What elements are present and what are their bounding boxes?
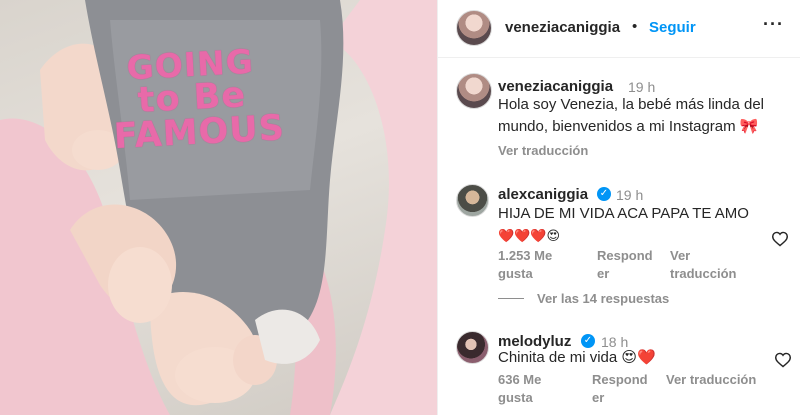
comment-reply-link[interactable]: Respond er	[592, 371, 648, 407]
comment-time: 19 h	[616, 187, 644, 203]
verified-badge-icon: ✓	[581, 334, 595, 348]
likes-line: 1.253 Me	[498, 248, 553, 263]
shirt-print-text: GOING to Be FAMOUS	[109, 42, 286, 158]
reply-line: Respond	[597, 248, 653, 263]
caption-time: 19 h	[628, 79, 656, 95]
follow-button[interactable]: Seguir	[649, 19, 696, 36]
comment-translate-link[interactable]: Ver traducción	[670, 247, 736, 283]
header-username[interactable]: veneziacaniggia	[505, 19, 620, 36]
comment-username[interactable]: alexcaniggia	[498, 186, 588, 203]
likes-line: gusta	[498, 390, 533, 405]
caption-translate-link[interactable]: Ver traducción	[498, 142, 588, 160]
reply-line: er	[592, 390, 605, 405]
heart-outline-icon[interactable]	[774, 352, 792, 368]
header-avatar[interactable]	[456, 10, 492, 46]
reply-line: er	[597, 266, 610, 281]
header-separator: •	[632, 18, 638, 35]
caption-username[interactable]: veneziacaniggia	[498, 78, 613, 95]
view-replies-link[interactable]: Ver las 14 respuestas	[537, 291, 669, 306]
comment-text-line: ❤️❤️❤️😍	[498, 228, 561, 243]
comment-reply-link[interactable]: Respond er	[597, 247, 653, 283]
reply-line: Respond	[592, 372, 648, 387]
verified-badge-icon: ✓	[597, 187, 611, 201]
translate-line: Ver	[670, 248, 691, 263]
translate-line: traducción	[670, 266, 737, 281]
replies-divider	[498, 298, 524, 299]
caption-text-line: Hola soy Venezia, la bebé más linda del	[498, 96, 765, 113]
shirt-print-line: FAMOUS	[112, 108, 286, 158]
comment-avatar[interactable]	[456, 184, 489, 217]
comment-avatar[interactable]	[456, 331, 489, 364]
caption-avatar[interactable]	[456, 73, 492, 109]
caption-text-line: mundo, bienvenidos a mi Instagram 🎀	[498, 118, 759, 135]
heart-outline-icon[interactable]	[771, 231, 789, 247]
likes-line: gusta	[498, 266, 533, 281]
more-options-icon[interactable]: ···	[763, 14, 784, 35]
comment-text-line: Chinita de mi vida 😍❤️	[498, 349, 656, 366]
comment-likes-count[interactable]: 1.253 Me gusta	[498, 247, 552, 283]
likes-line: 636 Me	[498, 372, 542, 387]
comment-likes-count[interactable]: 636 Me gusta	[498, 371, 541, 407]
comment-translate-link[interactable]: Ver traducción	[666, 371, 756, 389]
comment-text-line: HIJA DE MI VIDA ACA PAPA TE AMO	[498, 205, 749, 222]
panel-divider	[437, 0, 438, 415]
post-photo[interactable]: GOING to Be FAMOUS	[0, 0, 437, 415]
header-divider	[438, 57, 800, 58]
